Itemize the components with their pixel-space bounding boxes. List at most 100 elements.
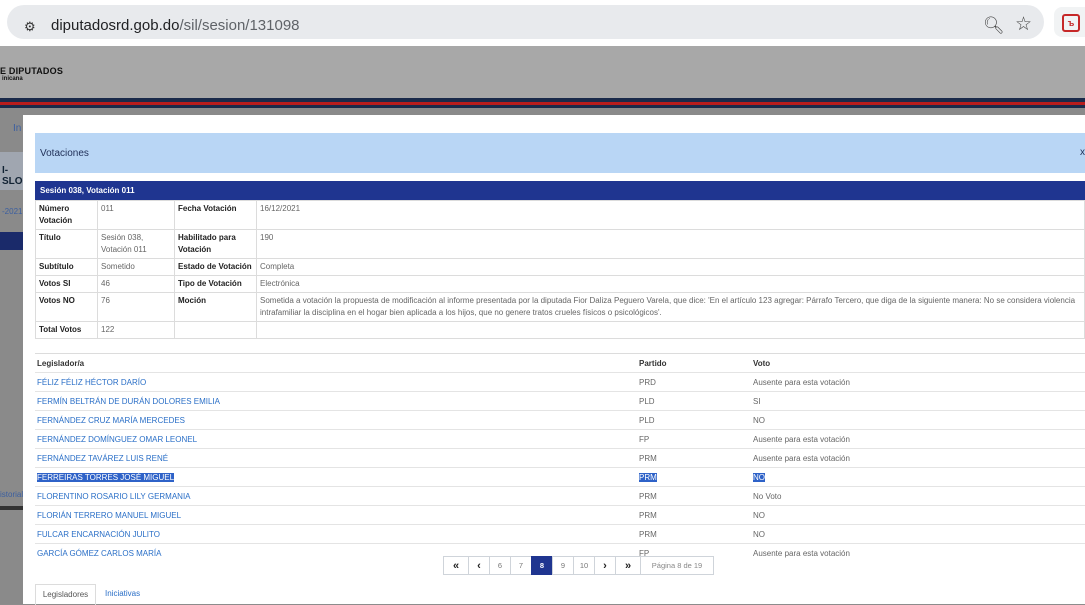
legislator-link[interactable]: FLORENTINO ROSARIO LILY GERMANIA [37, 492, 191, 501]
total-label: Total Votos [35, 321, 98, 339]
total-value: 122 [97, 321, 175, 339]
party-cell: PRM [639, 492, 657, 501]
bookmark-star-icon[interactable]: ☆ [1015, 15, 1032, 35]
vote-cell: Ausente para esta votación [753, 549, 850, 558]
party-cell: PRD [639, 378, 656, 387]
header-legislador[interactable]: Legislador/a [37, 359, 84, 368]
detail-row: Votos NO 76 Moción Sometida a votación l… [35, 292, 1085, 322]
vote-cell: SI [753, 397, 761, 406]
party-cell: FP [639, 435, 650, 444]
table-row: FERMÍN BELTRÁN DE DURÁN DOLORES EMILIA P… [35, 391, 1085, 410]
detail-row: Votos SI 46 Tipo de Votación Electrónica [35, 275, 1085, 293]
tipo-value: Electrónica [256, 275, 1085, 293]
vote-details-table: Número Votación 011 Fecha Votación 16/12… [35, 200, 1085, 339]
numero-value: 011 [97, 200, 175, 230]
bg-side-panel: I-SLO [0, 152, 23, 190]
header-voto[interactable]: Voto [753, 359, 770, 368]
vote-cell: No Voto [753, 492, 782, 501]
table-row-selected: FERREIRAS TORRES JOSÉ MIGUEL PRM NO [35, 467, 1085, 486]
modal-header: Votaciones x [35, 133, 1085, 173]
table-row: FERNÁNDEZ CRUZ MARÍA MERCEDES PLD NO [35, 410, 1085, 429]
address-bar[interactable]: ⚙ diputadosrd.gob.do/sil/sesion/131098 🔍… [7, 5, 1044, 39]
party-cell: PLD [639, 416, 655, 425]
last-page-button[interactable]: » [615, 556, 641, 575]
pagination: « ‹ 6 7 8 9 10 › » Página 8 de 19 [443, 556, 714, 575]
table-row: FULCAR ENCARNACIÓN JULITO PRM NO [35, 524, 1085, 543]
mocion-label: Moción [174, 292, 257, 322]
empty-cell [256, 321, 1085, 339]
session-title-bar: Sesión 038, Votación 011 [35, 181, 1085, 200]
bg-divider [0, 506, 23, 510]
legislator-link[interactable]: FLORIÁN TERRERO MANUEL MIGUEL [37, 511, 181, 520]
session-title: Sesión 038, Votación 011 [40, 186, 135, 195]
site-header: E DIPUTADOS inicana [0, 46, 1085, 98]
party-cell: PRM [639, 454, 657, 463]
extension-button[interactable]: ъ [1054, 7, 1085, 37]
titulo-label: Título [35, 229, 98, 259]
tab-iniciativas[interactable]: Iniciativas [105, 584, 140, 604]
legislator-link[interactable]: FULCAR ENCARNACIÓN JULITO [37, 530, 160, 539]
page-button[interactable]: 6 [489, 556, 511, 575]
subtitulo-label: Subtítulo [35, 258, 98, 276]
prev-page-button[interactable]: ‹ [468, 556, 490, 575]
tab-legisladores[interactable]: Legisladores [35, 584, 96, 605]
header-stripe [0, 105, 1085, 108]
votos-no-value: 76 [97, 292, 175, 322]
fecha-value: 16/12/2021 [256, 200, 1085, 230]
page-button[interactable]: 10 [573, 556, 595, 575]
vote-cell: Ausente para esta votación [753, 435, 850, 444]
page-button[interactable]: 9 [552, 556, 574, 575]
detail-row: Subtítulo Sometido Estado de Votación Co… [35, 258, 1085, 276]
tipo-label: Tipo de Votación [174, 275, 257, 293]
legislator-link[interactable]: GARCÍA GÓMEZ CARLOS MARÍA [37, 549, 161, 558]
habilitado-value: 190 [256, 229, 1085, 259]
subtitulo-value: Sometido [97, 258, 175, 276]
estado-value: Completa [256, 258, 1085, 276]
table-row: FÉLIZ FÉLIZ HÉCTOR DARÍO PRD Ausente par… [35, 372, 1085, 391]
vote-cell: Ausente para esta votación [753, 378, 850, 387]
url-text[interactable]: diputadosrd.gob.do/sil/sesion/131098 [51, 17, 300, 34]
votos-si-label: Votos SI [35, 275, 98, 293]
vote-cell: NO [753, 530, 765, 539]
site-info-icon[interactable]: ⚙ [24, 19, 40, 35]
bg-side-fragment: I-SLO [2, 165, 23, 187]
legislator-link[interactable]: FERNÁNDEZ TAVÁREZ LUIS RENÉ [37, 454, 168, 463]
votaciones-modal: Votaciones x Sesión 038, Votación 011 Nú… [23, 115, 1085, 605]
titulo-value: Sesión 038, Votación 011 [97, 229, 175, 259]
empty-cell [174, 321, 257, 339]
extension-icon: ъ [1062, 14, 1080, 32]
votos-si-value: 46 [97, 275, 175, 293]
page-info: Página 8 de 19 [640, 556, 714, 575]
party-cell: PRM [639, 530, 657, 539]
browser-toolbar: ⚙ diputadosrd.gob.do/sil/sesion/131098 🔍… [0, 0, 1085, 46]
vote-cell: Ausente para esta votación [753, 454, 850, 463]
table-row: FERNÁNDEZ DOMÍNGUEZ OMAR LEONEL FP Ausen… [35, 429, 1085, 448]
party-cell: PRM [639, 473, 657, 482]
party-cell: PRM [639, 511, 657, 520]
legislator-link[interactable]: FERREIRAS TORRES JOSÉ MIGUEL [37, 473, 175, 482]
vote-cell: NO [753, 473, 765, 482]
header-partido[interactable]: Partido [639, 359, 667, 368]
legislator-link[interactable]: FERNÁNDEZ DOMÍNGUEZ OMAR LEONEL [37, 435, 197, 444]
zoom-icon[interactable]: 🔍︎ [983, 17, 1005, 35]
bg-history-fragment: istorial [0, 490, 24, 499]
url-path: /sil/sesion/131098 [179, 17, 300, 34]
modal-close-button[interactable]: x [1080, 147, 1085, 158]
legislator-link[interactable]: FÉLIZ FÉLIZ HÉCTOR DARÍO [37, 378, 146, 387]
legislator-link[interactable]: FERMÍN BELTRÁN DE DURÁN DOLORES EMILIA [37, 397, 220, 406]
table-row: FLORENTINO ROSARIO LILY GERMANIA PRM No … [35, 486, 1085, 505]
brand-subtitle: inicana [2, 76, 23, 82]
vote-cell: NO [753, 416, 765, 425]
legislator-link[interactable]: FERNÁNDEZ CRUZ MARÍA MERCEDES [37, 416, 185, 425]
page-button[interactable]: 7 [510, 556, 532, 575]
mocion-value: Sometida a votación la propuesta de modi… [256, 292, 1085, 322]
detail-row: Total Votos 122 [35, 321, 1085, 339]
first-page-button[interactable]: « [443, 556, 469, 575]
next-page-button[interactable]: › [594, 556, 616, 575]
current-page-button[interactable]: 8 [531, 556, 553, 575]
party-cell: PLD [639, 397, 655, 406]
habilitado-label: Habilitado para Votación [174, 229, 257, 259]
detail-row: Título Sesión 038, Votación 011 Habilita… [35, 229, 1085, 259]
vote-cell: NO [753, 511, 765, 520]
url-host: diputadosrd.gob.do [51, 17, 180, 34]
